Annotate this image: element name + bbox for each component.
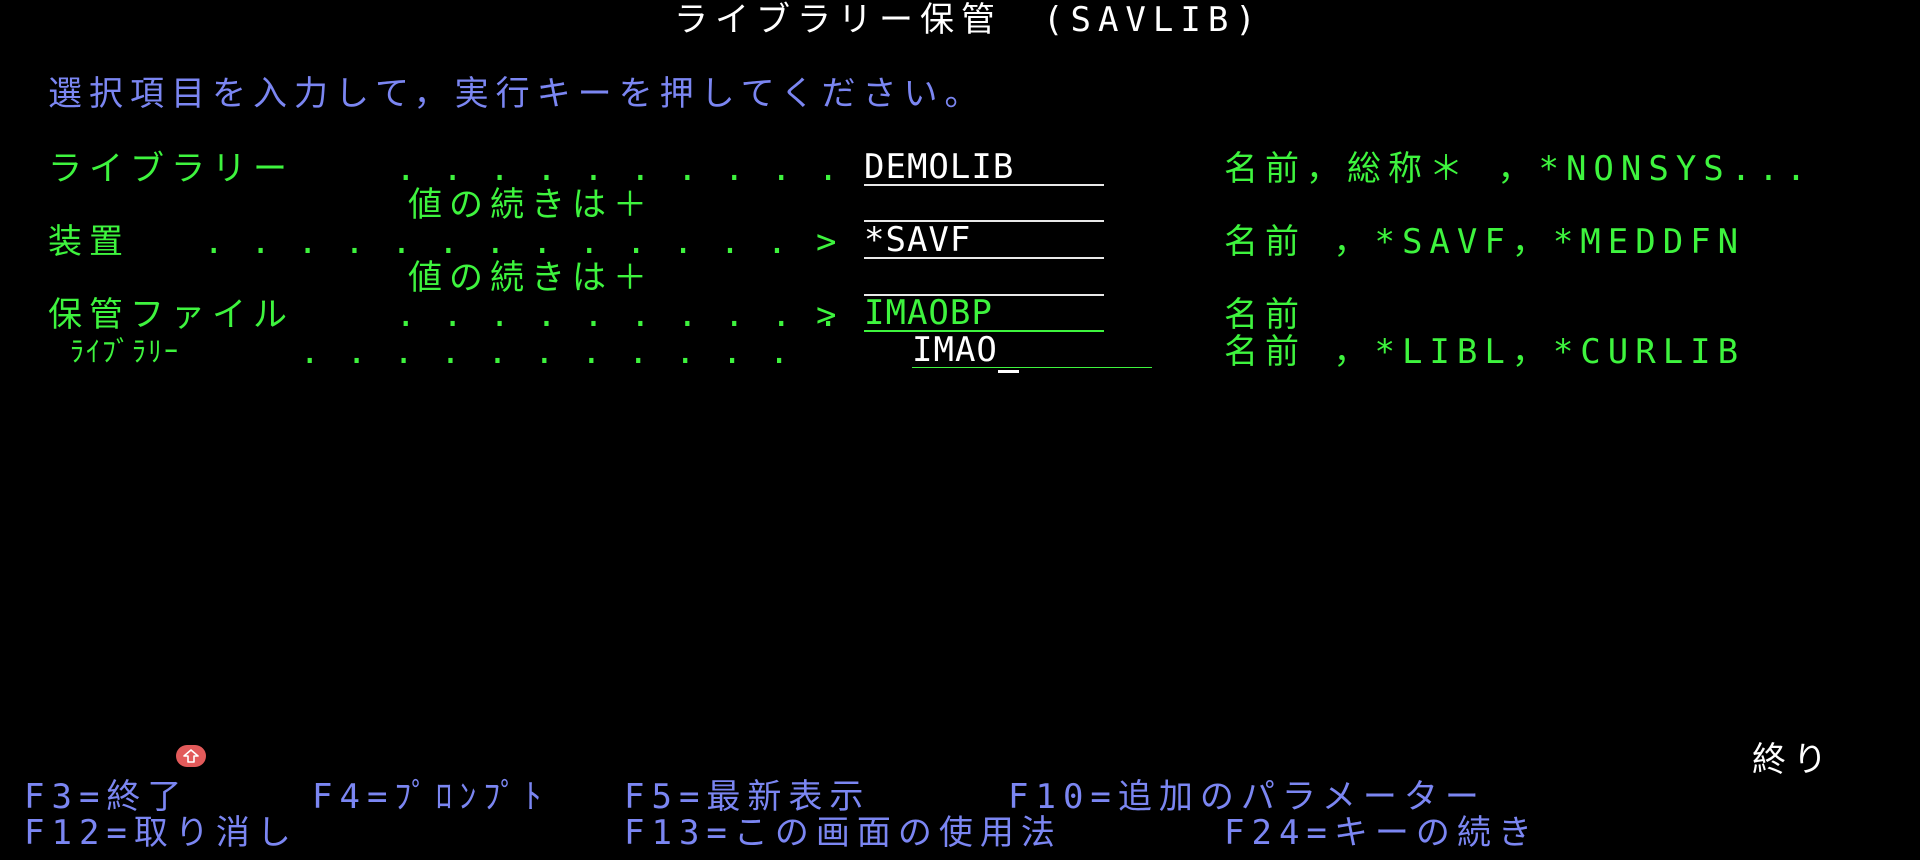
save-file-library-leader-dots: . . . . . . . . . . .: [276, 332, 793, 372]
instruction-text: 選択項目を入力して，実行キーを押してください。: [48, 74, 986, 114]
save-file-library-input[interactable]: IMAO: [912, 330, 1152, 373]
save-file-library-value: IMAO: [912, 330, 998, 370]
device-leader-dots: . . . . . . . . . . . . .: [180, 222, 791, 262]
save-file-input[interactable]: IMAOBP: [864, 296, 1104, 332]
save-file-marker: >: [816, 295, 844, 335]
library-more-label: 値の続きは＋: [408, 185, 654, 225]
library-label: ライブラリー: [48, 149, 294, 189]
more-indicator: 終り: [1752, 740, 1834, 780]
library-input[interactable]: DEMOLIB: [864, 150, 1104, 186]
device-input[interactable]: *SAVF: [864, 223, 1104, 259]
screen-title: ライブラリー保管 (SAVLIB): [674, 0, 1263, 40]
device-more-label: 値の続きは＋: [408, 258, 654, 298]
library-leader-dots: . . . . . . . . . .: [372, 149, 842, 189]
fkey-f5[interactable]: F5=最新表示: [624, 779, 870, 815]
device-marker: >: [816, 222, 844, 262]
save-file-label: 保管ファイル: [48, 295, 294, 335]
fkey-f12[interactable]: F12=取り消し: [24, 815, 298, 851]
device-label: 装置: [48, 222, 130, 262]
save-file-library-hint: 名前 ，*LIBL，*CURLIB: [1224, 332, 1746, 372]
device-hint: 名前 ，*SAVF，*MEDDFN: [1224, 222, 1746, 262]
fkey-f13[interactable]: F13=この画面の使用法: [624, 815, 1062, 851]
fkey-f3[interactable]: F3=終了: [24, 779, 188, 815]
save-file-leader-dots: . . . . . . . . . .: [372, 295, 842, 335]
keyboard-shift-icon: [176, 745, 206, 767]
save-file-hint: 名前: [1224, 295, 1306, 335]
library-hint: 名前，総称＊ ，*NONSYS...: [1224, 149, 1814, 189]
text-cursor: [997, 330, 1020, 373]
save-file-library-label: ﾗｲﾌﾞﾗﾘｰ: [70, 335, 181, 368]
fkey-f24[interactable]: F24=キーの続き: [1224, 815, 1539, 851]
fkey-f4[interactable]: F4=ﾌﾟﾛﾝﾌﾟﾄ: [312, 779, 548, 815]
fkey-f10[interactable]: F10=追加のパラメーター: [1008, 779, 1486, 815]
